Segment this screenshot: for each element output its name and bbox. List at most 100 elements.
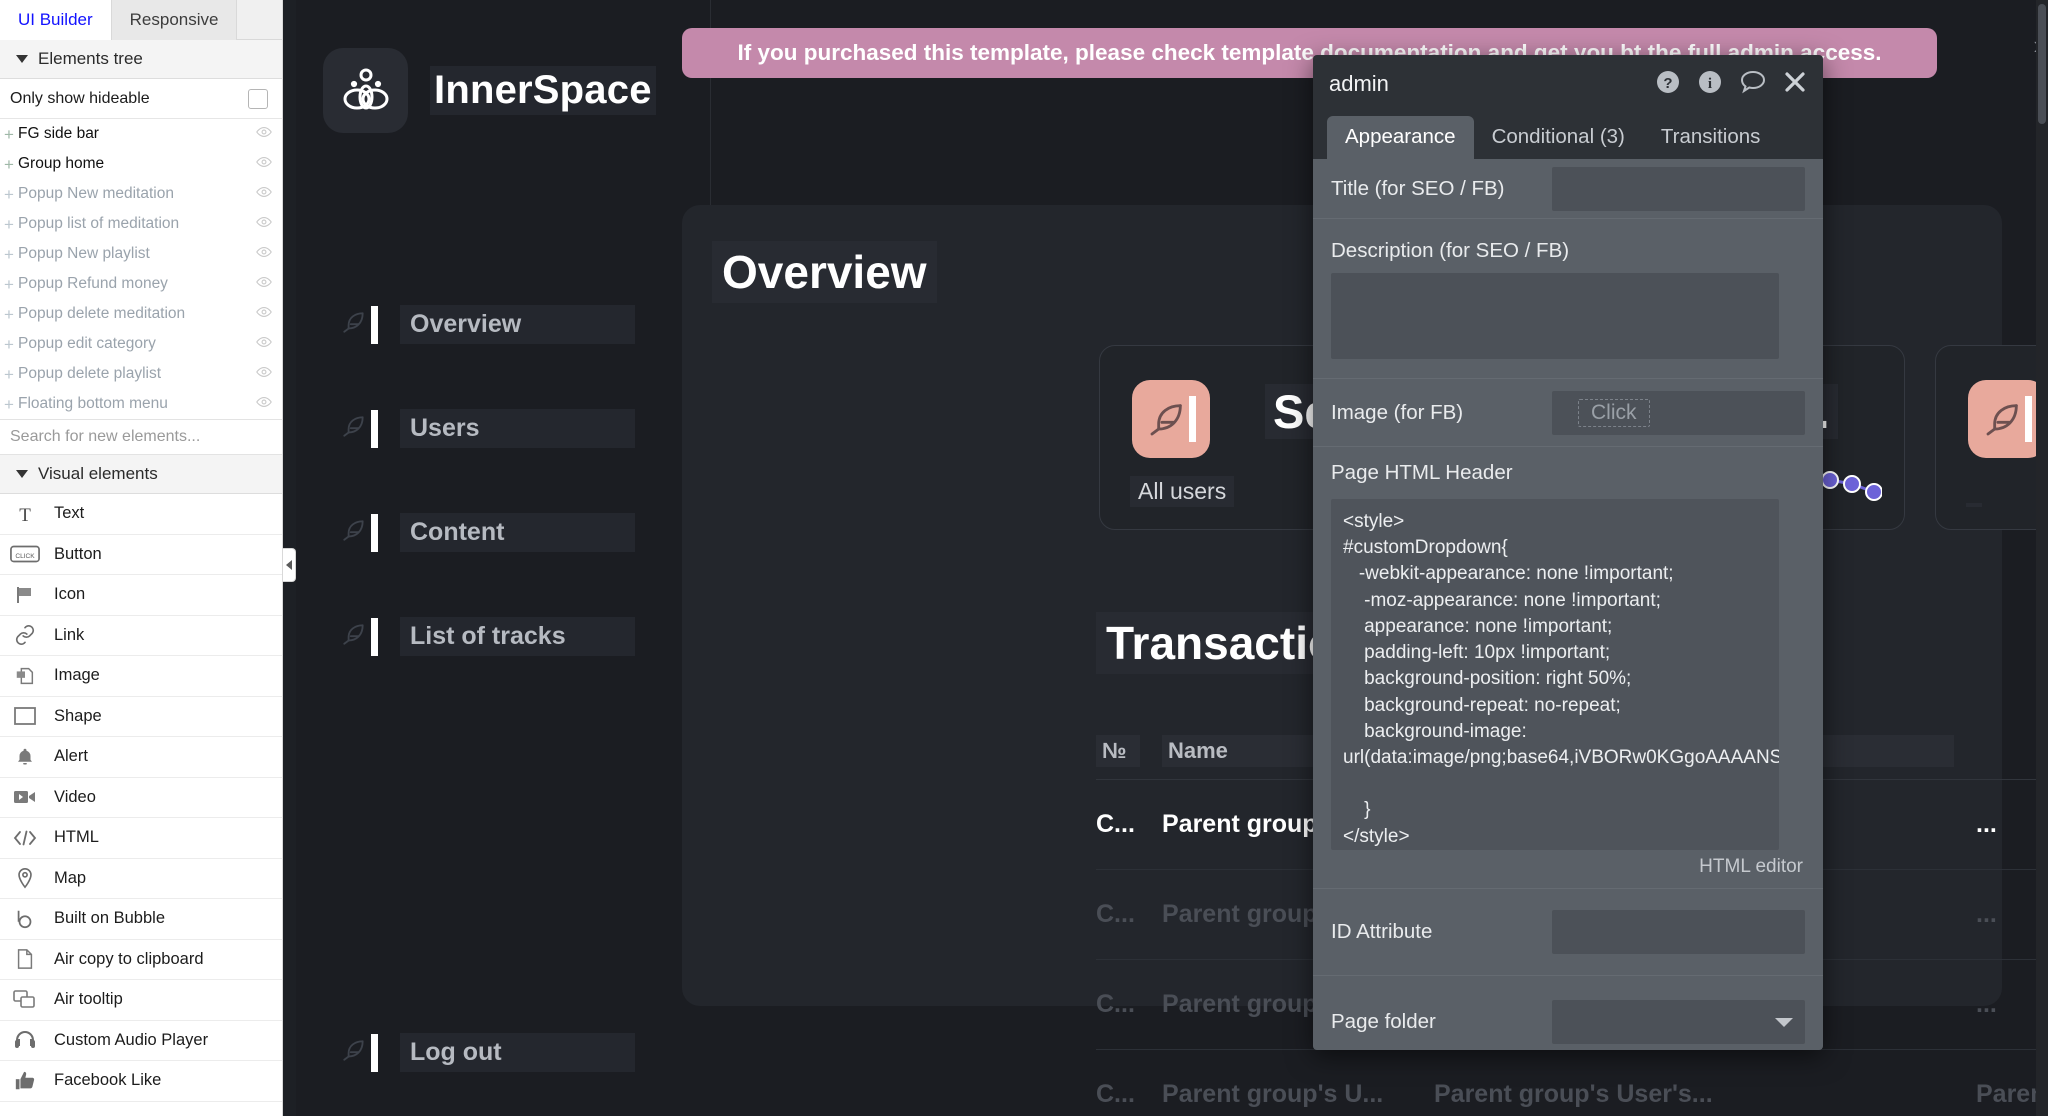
nav-label: Content <box>400 513 635 552</box>
sidebar-nav-users[interactable]: Users <box>341 409 635 448</box>
title-seo-input[interactable] <box>1552 166 1805 211</box>
sidebar-nav-content[interactable]: Content <box>341 513 635 552</box>
id-attribute-input[interactable] <box>1552 910 1805 954</box>
visibility-eye-icon[interactable] <box>256 125 272 143</box>
nav-active-bar <box>371 409 378 448</box>
page-html-header-editor[interactable]: <style> #customDropdown{ -webkit-appeara… <box>1331 499 1779 850</box>
cell-num: C... <box>1096 1080 1135 1108</box>
field-image-fb: Image (for FB) Click <box>1313 379 1823 447</box>
expand-plus-icon[interactable]: + <box>2 126 16 143</box>
visibility-eye-icon[interactable] <box>256 365 272 383</box>
visual-element-item[interactable]: Alert <box>0 737 282 778</box>
visual-element-label: Icon <box>54 585 86 604</box>
visual-element-item[interactable]: Video <box>0 778 282 818</box>
nav-active-bar <box>371 305 378 344</box>
image-fb-placeholder: Click <box>1578 398 1650 427</box>
tree-item[interactable]: + Popup Refund money <box>0 269 282 299</box>
visibility-eye-icon[interactable] <box>256 155 272 173</box>
tab-responsive[interactable]: Responsive <box>111 0 238 40</box>
scrollbar-thumb[interactable] <box>2038 4 2046 124</box>
visual-element-item[interactable]: Air copy to clipboard <box>0 940 282 980</box>
visual-elements-header[interactable]: Visual elements <box>0 455 282 494</box>
tree-item-label: Popup New playlist <box>18 245 150 262</box>
tree-item[interactable]: + Popup New meditation <box>0 179 282 209</box>
app-brand: InnerSpace <box>323 48 656 133</box>
bell-icon <box>10 746 40 768</box>
collapse-panel-handle[interactable] <box>283 548 296 582</box>
visibility-eye-icon[interactable] <box>256 215 272 233</box>
tab-appearance[interactable]: Appearance <box>1327 116 1474 159</box>
table-row[interactable]: C... Parent group's U... Parent group's Us… <box>1096 1050 2048 1116</box>
visual-element-item[interactable]: Map <box>0 859 282 899</box>
tree-item[interactable]: + Floating bottom menu <box>0 389 282 419</box>
cell-email: Parent group's User's... <box>1434 1080 1713 1108</box>
visual-element-item[interactable]: Link <box>0 616 282 656</box>
tab-ui-builder[interactable]: UI Builder <box>0 0 112 40</box>
visual-element-item[interactable]: T Text <box>0 494 282 535</box>
visual-element-item[interactable]: Air tooltip <box>0 980 282 1021</box>
visual-element-item[interactable]: Built on Bubble <box>0 899 282 940</box>
tree-item[interactable]: + Popup edit category <box>0 329 282 359</box>
sidebar-nav-list-of-tracks[interactable]: List of tracks <box>341 617 635 656</box>
elements-tree-header[interactable]: Elements tree <box>0 40 282 79</box>
tree-item[interactable]: + Popup New playlist <box>0 239 282 269</box>
expand-plus-icon[interactable]: + <box>2 156 16 173</box>
expand-plus-icon[interactable]: + <box>2 216 16 233</box>
only-show-hideable-checkbox[interactable] <box>248 88 268 109</box>
expand-plus-icon[interactable]: + <box>2 276 16 293</box>
visibility-eye-icon[interactable] <box>256 245 272 263</box>
expand-plus-icon[interactable]: + <box>2 366 16 383</box>
image-fb-label: Image (for FB) <box>1331 400 1464 424</box>
page-folder-dropdown[interactable] <box>1552 1000 1805 1044</box>
expand-plus-icon[interactable]: + <box>2 306 16 323</box>
visual-element-item[interactable]: Custom Audio Player <box>0 1021 282 1061</box>
cell-num: C... <box>1096 900 1135 928</box>
feather-icon <box>341 621 367 652</box>
help-icon[interactable]: ? <box>1655 69 1681 100</box>
visual-element-item[interactable]: Icon <box>0 575 282 616</box>
only-show-hideable-row[interactable]: Only show hideable <box>0 79 282 119</box>
close-icon[interactable] <box>1783 70 1807 99</box>
tab-conditional[interactable]: Conditional (3) <box>1474 116 1643 159</box>
description-seo-textarea[interactable] <box>1331 272 1779 359</box>
expand-plus-icon[interactable]: + <box>2 336 16 353</box>
cell-name: Parent group's U... <box>1162 1080 1384 1108</box>
visual-element-item[interactable]: Image <box>0 656 282 697</box>
field-description-seo: Description (for SEO / FB) <box>1313 219 1823 379</box>
image-fb-upload-button[interactable]: Click <box>1552 390 1805 435</box>
visual-element-item[interactable]: CLICK Button <box>0 535 282 575</box>
chevron-down-icon <box>1775 1017 1793 1027</box>
visual-elements-label: Visual elements <box>38 464 158 483</box>
visual-element-label: Built on Bubble <box>54 909 165 928</box>
visibility-eye-icon[interactable] <box>256 335 272 353</box>
tab-transitions[interactable]: Transitions <box>1643 116 1779 159</box>
info-icon[interactable]: i <box>1697 69 1723 100</box>
tree-item[interactable]: + Popup delete playlist <box>0 359 282 389</box>
stat-card[interactable]: Sear... <box>1935 345 2048 530</box>
visibility-eye-icon[interactable] <box>256 305 272 323</box>
search-new-elements-input[interactable]: Search for new elements... <box>0 419 282 455</box>
tree-item[interactable]: + FG side bar <box>0 119 282 149</box>
comment-icon[interactable] <box>1739 69 1767 100</box>
editor-mode-tabs: UI Builder Responsive <box>0 0 282 40</box>
visibility-eye-icon[interactable] <box>256 185 272 203</box>
visibility-eye-icon[interactable] <box>256 275 272 293</box>
expand-plus-icon[interactable]: + <box>2 186 16 203</box>
tree-item[interactable]: + Popup list of meditation <box>0 209 282 239</box>
visual-element-item[interactable]: Facebook Like <box>0 1061 282 1102</box>
visibility-eye-icon[interactable] <box>256 395 272 413</box>
sidebar-nav-overview[interactable]: Overview <box>341 305 635 344</box>
link-chain-icon <box>10 624 40 646</box>
expand-plus-icon[interactable]: + <box>2 396 16 413</box>
page-scrollbar[interactable] <box>2036 0 2048 1116</box>
visual-element-item[interactable]: Shape <box>0 697 282 737</box>
tree-item[interactable]: + Group home <box>0 149 282 179</box>
tree-item[interactable]: + Popup delete meditation <box>0 299 282 329</box>
visual-element-item[interactable]: HTML <box>0 818 282 859</box>
sidebar-nav-log-out[interactable]: Log out <box>341 1033 635 1072</box>
table-column-header: № <box>1096 734 1140 767</box>
visual-element-label: Air tooltip <box>54 990 123 1009</box>
editor-left-panel: UI Builder Responsive Elements tree Only… <box>0 0 283 1116</box>
html-editor-link[interactable]: HTML editor <box>1313 850 1823 888</box>
expand-plus-icon[interactable]: + <box>2 246 16 263</box>
